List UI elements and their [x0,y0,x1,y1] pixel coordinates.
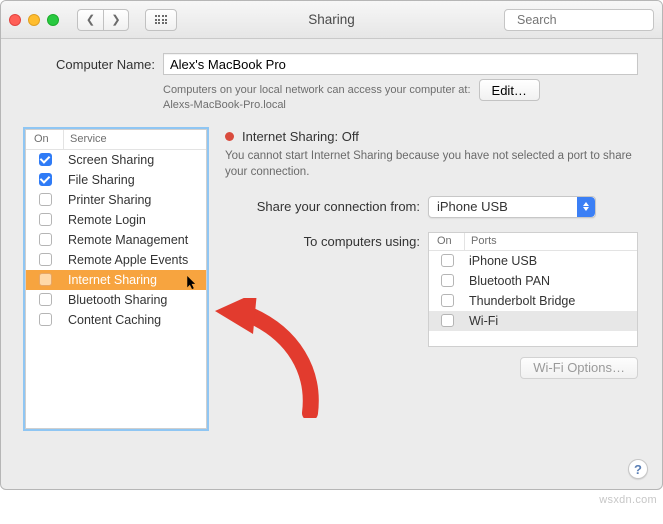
service-checkbox[interactable] [39,293,52,306]
wifi-options-button[interactable]: Wi-Fi Options… [520,357,638,379]
service-checkbox[interactable] [39,273,52,286]
edit-button[interactable]: Edit… [479,79,540,101]
ports-header: On Ports [429,233,637,251]
service-row-remote-apple-events[interactable]: Remote Apple Events [26,250,206,270]
service-label: Remote Apple Events [64,253,206,267]
port-row-thunderbolt-bridge[interactable]: Thunderbolt Bridge [429,291,637,311]
port-label: Thunderbolt Bridge [465,294,637,308]
zoom-icon[interactable] [47,14,59,26]
port-row-bluetooth-pan[interactable]: Bluetooth PAN [429,271,637,291]
service-checkbox[interactable] [39,233,52,246]
service-row-file-sharing[interactable]: File Sharing [26,170,206,190]
services-header: On Service [26,130,206,150]
port-checkbox[interactable] [441,314,454,327]
titlebar: ❮ ❯ Sharing [1,1,662,39]
service-row-internet-sharing[interactable]: Internet Sharing [26,270,206,290]
service-label: File Sharing [64,173,206,187]
ports-header-ports: Ports [465,233,637,250]
port-checkbox[interactable] [441,274,454,287]
ports-list[interactable]: On Ports iPhone USB Bluetooth PAN Thunderb… [428,232,638,347]
window-controls [9,14,59,26]
service-label: Remote Management [64,233,206,247]
service-row-screen-sharing[interactable]: Screen Sharing [26,150,206,170]
service-row-remote-management[interactable]: Remote Management [26,230,206,250]
select-caret-icon [577,197,595,217]
port-row-iphone-usb[interactable]: iPhone USB [429,251,637,271]
share-from-value: iPhone USB [437,199,508,214]
service-row-printer-sharing[interactable]: Printer Sharing [26,190,206,210]
service-detail: Internet Sharing: Off You cannot start I… [225,129,638,429]
chevron-left-icon: ❮ [86,13,95,26]
sharing-prefs-window: ❮ ❯ Sharing Computer Name: Computers [0,0,663,490]
service-checkbox[interactable] [39,193,52,206]
nav-back-forward: ❮ ❯ [77,9,129,31]
port-row-wi-fi[interactable]: Wi-Fi [429,311,637,331]
status-description: You cannot start Internet Sharing becaus… [225,148,638,180]
service-checkbox[interactable] [39,213,52,226]
close-icon[interactable] [9,14,21,26]
chevron-right-icon: ❯ [111,13,120,26]
port-label: Bluetooth PAN [465,274,637,288]
services-header-on: On [26,130,64,149]
service-label: Internet Sharing [64,273,206,287]
service-label: Bluetooth Sharing [64,293,206,307]
status-dot-icon [225,132,234,141]
service-label: Content Caching [64,313,206,327]
service-row-bluetooth-sharing[interactable]: Bluetooth Sharing [26,290,206,310]
service-row-content-caching[interactable]: Content Caching [26,310,206,330]
share-from-select[interactable]: iPhone USB [428,196,596,218]
service-label: Remote Login [64,213,206,227]
port-checkbox[interactable] [441,294,454,307]
cursor-icon [187,276,198,293]
minimize-icon[interactable] [28,14,40,26]
search-input[interactable] [515,12,663,28]
port-label: Wi-Fi [465,314,637,328]
watermark: wsxdn.com [599,494,657,506]
service-checkbox[interactable] [39,173,52,186]
grid-icon [155,15,168,24]
content-area: Computer Name: Computers on your local n… [1,39,662,443]
search-field[interactable] [504,9,654,31]
to-computers-label: To computers using: [225,232,420,249]
service-label: Printer Sharing [64,193,206,207]
service-checkbox[interactable] [39,153,52,166]
show-all-button[interactable] [145,9,177,31]
ports-header-on: On [429,233,465,250]
back-button[interactable]: ❮ [77,9,103,31]
computer-name-label: Computer Name: [25,57,155,72]
port-checkbox[interactable] [441,254,454,267]
share-from-label: Share your connection from: [225,199,420,214]
service-checkbox[interactable] [39,253,52,266]
status-title: Internet Sharing: Off [242,129,359,144]
services-header-service: Service [64,130,206,149]
service-label: Screen Sharing [64,153,206,167]
port-label: iPhone USB [465,254,637,268]
service-checkbox[interactable] [39,313,52,326]
computer-name-input[interactable] [163,53,638,75]
service-row-remote-login[interactable]: Remote Login [26,210,206,230]
computer-name-hint: Computers on your local network can acce… [163,83,471,113]
help-button[interactable]: ? [628,459,648,479]
services-list[interactable]: On Service Screen Sharing File Sharing Pri… [25,129,207,429]
forward-button[interactable]: ❯ [103,9,129,31]
